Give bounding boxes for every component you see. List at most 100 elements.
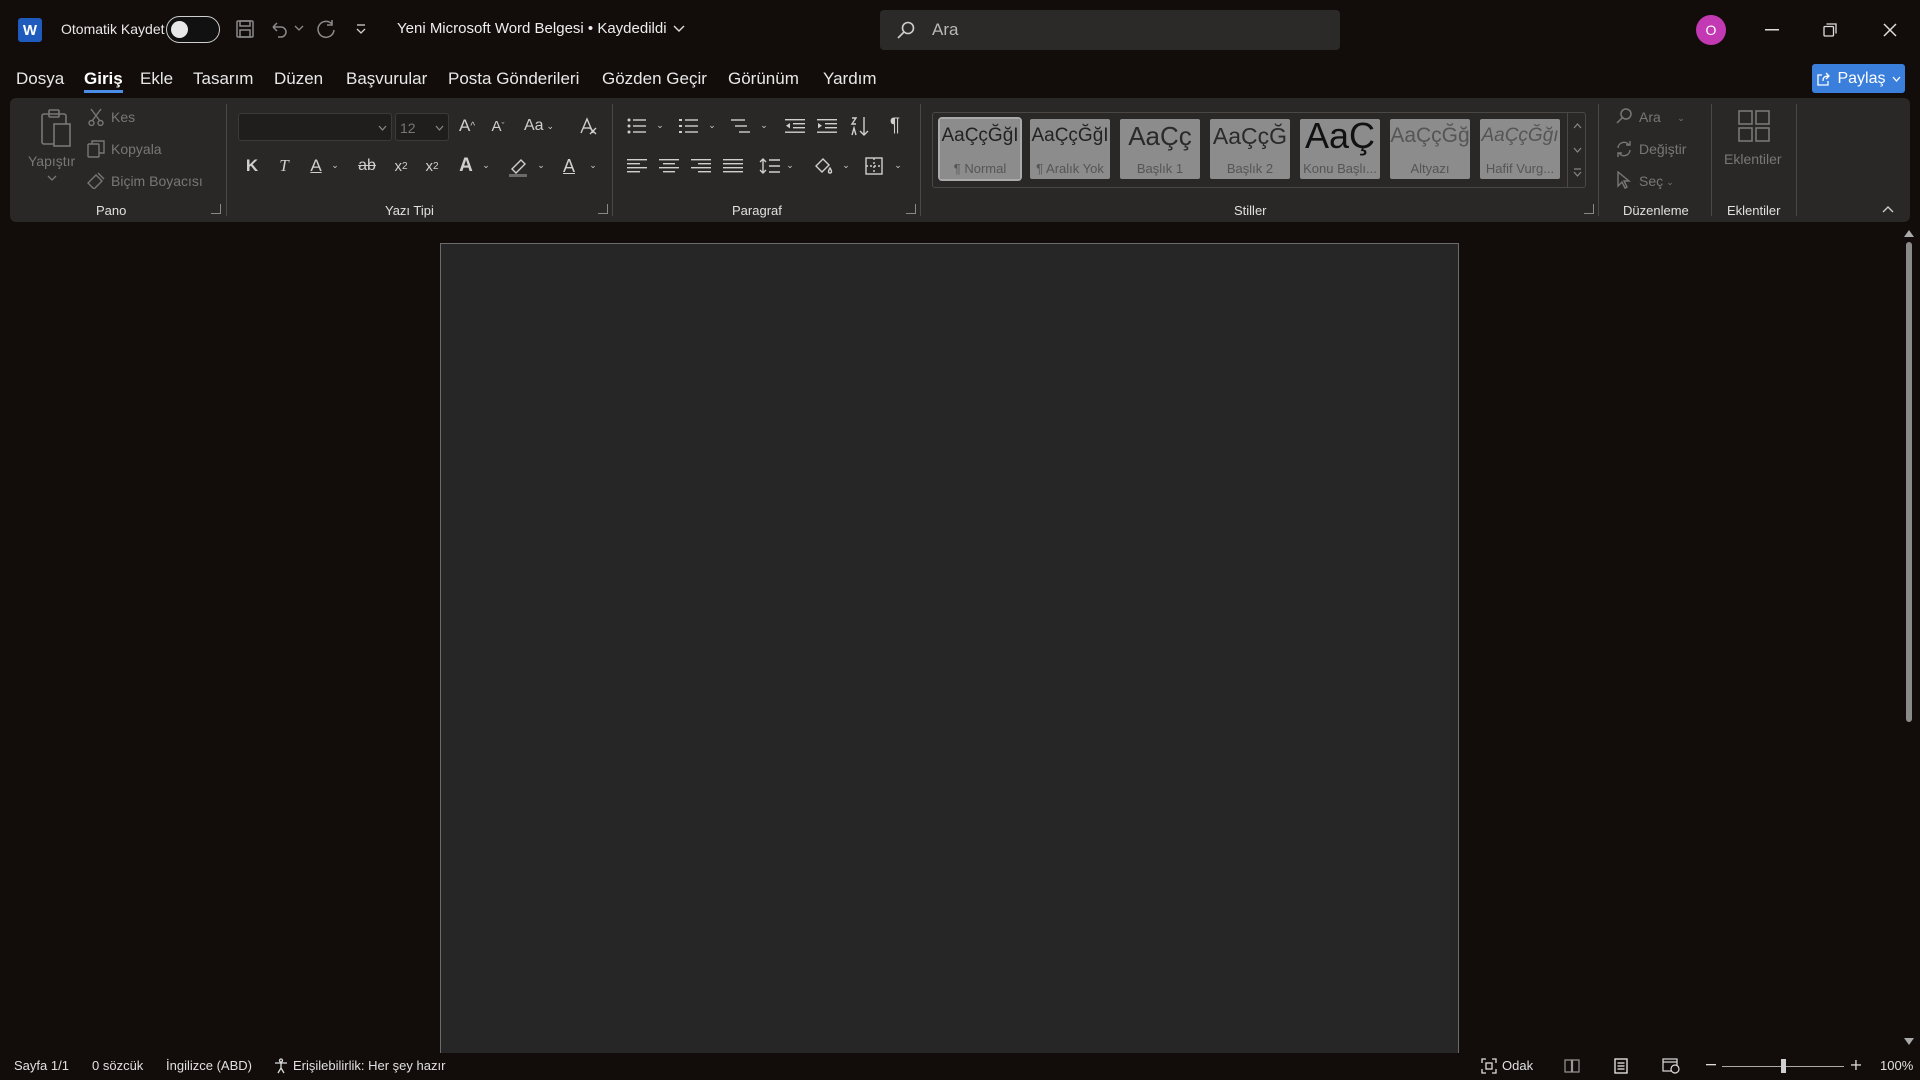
restore-icon[interactable] xyxy=(1818,18,1842,42)
tab-home[interactable]: Giriş xyxy=(84,69,123,93)
style-heading-1[interactable]: AaÇç Başlık 1 xyxy=(1120,119,1200,179)
undo-dropdown-chevron-icon[interactable] xyxy=(293,22,305,34)
borders-icon[interactable] xyxy=(861,153,887,179)
style-title[interactable]: AaÇ Konu Başlı... xyxy=(1300,119,1380,179)
numbering-icon[interactable] xyxy=(676,113,702,139)
save-icon[interactable] xyxy=(233,17,257,41)
clipboard-launcher-icon[interactable] xyxy=(211,204,221,214)
print-layout-icon[interactable] xyxy=(1612,1057,1630,1075)
clear-formatting-icon[interactable] xyxy=(575,113,601,139)
tab-view[interactable]: Görünüm xyxy=(728,69,799,89)
underline-button[interactable]: A xyxy=(304,153,328,179)
language-status[interactable]: İngilizce (ABD) xyxy=(166,1058,252,1073)
style-subtle-emphasis[interactable]: AaÇçĞğı Hafif Vurg... xyxy=(1480,119,1560,179)
styles-scroll-up-icon[interactable] xyxy=(1570,119,1584,133)
collapse-ribbon-chevron-up-icon[interactable] xyxy=(1880,203,1896,215)
text-effects-chevron-icon[interactable]: ⌄ xyxy=(480,159,492,171)
zoom-in-icon[interactable] xyxy=(1849,1058,1863,1072)
align-center-icon[interactable] xyxy=(656,153,682,179)
paste-chevron-down-icon[interactable] xyxy=(46,173,58,183)
bullets-icon[interactable] xyxy=(624,113,650,139)
font-color-icon[interactable]: A xyxy=(556,153,582,179)
font-color-chevron-icon[interactable]: ⌄ xyxy=(587,159,599,171)
vertical-scrollbar[interactable] xyxy=(1903,228,1915,1048)
align-left-icon[interactable] xyxy=(624,153,650,179)
styles-scroll-down-icon[interactable] xyxy=(1570,143,1584,157)
shading-icon[interactable] xyxy=(810,153,836,179)
copy-label[interactable]: Kopyala xyxy=(111,141,162,157)
tab-help[interactable]: Yardım xyxy=(823,69,877,89)
focus-icon[interactable] xyxy=(1480,1057,1498,1075)
style-no-spacing[interactable]: AaÇçĞğI ¶ Aralık Yok xyxy=(1030,119,1110,179)
shading-chevron-icon[interactable]: ⌄ xyxy=(840,159,852,171)
style-subtitle[interactable]: AaÇçĞğ Altyazı xyxy=(1390,119,1470,179)
zoom-out-icon[interactable] xyxy=(1704,1058,1718,1072)
line-spacing-icon[interactable] xyxy=(757,153,783,179)
scroll-thumb[interactable] xyxy=(1906,242,1912,722)
search-input[interactable] xyxy=(932,18,1312,42)
copy-icon[interactable] xyxy=(86,139,106,159)
tab-file[interactable]: Dosya xyxy=(16,69,64,89)
cut-label[interactable]: Kes xyxy=(111,109,135,125)
underline-chevron-icon[interactable]: ⌄ xyxy=(329,159,341,171)
minimize-icon[interactable] xyxy=(1760,18,1784,42)
autosave-toggle[interactable] xyxy=(166,16,220,43)
highlight-icon[interactable] xyxy=(504,153,532,179)
avatar[interactable]: O xyxy=(1696,15,1726,45)
accessibility-status[interactable]: Erişilebilirlik: Her şey hazır xyxy=(293,1058,445,1073)
addins-icon[interactable] xyxy=(1734,106,1774,146)
font-size-dropdown[interactable]: 12 xyxy=(395,113,449,141)
font-launcher-icon[interactable] xyxy=(598,204,608,214)
style-normal[interactable]: AaÇçĞğI ¶ Normal xyxy=(938,117,1022,181)
accessibility-icon[interactable] xyxy=(272,1057,290,1075)
zoom-level[interactable]: 100% xyxy=(1880,1058,1913,1073)
undo-icon[interactable] xyxy=(267,17,291,41)
search-box[interactable] xyxy=(880,10,1340,50)
multilevel-list-icon[interactable] xyxy=(728,113,754,139)
change-case-button[interactable]: Aa ⌄ xyxy=(520,113,558,139)
grow-font-icon[interactable]: A ^ xyxy=(454,113,480,139)
multilevel-chevron-icon[interactable]: ⌄ xyxy=(758,119,770,131)
select-chevron-icon[interactable]: ⌄ xyxy=(1664,176,1676,188)
strikethrough-button[interactable]: ab xyxy=(353,153,381,179)
subscript-icon[interactable]: x2 xyxy=(389,153,413,179)
find-chevron-icon[interactable]: ⌄ xyxy=(1675,112,1687,124)
document-page[interactable] xyxy=(440,243,1459,1053)
show-formatting-marks-icon[interactable]: ¶ xyxy=(882,113,908,139)
style-heading-2[interactable]: AaÇçĞ Başlık 2 xyxy=(1210,119,1290,179)
format-painter-label[interactable]: Biçim Boyacısı xyxy=(111,173,203,189)
tab-references[interactable]: Başvurular xyxy=(346,69,427,89)
line-spacing-chevron-icon[interactable]: ⌄ xyxy=(784,159,796,171)
highlight-chevron-icon[interactable]: ⌄ xyxy=(535,159,547,171)
select-label[interactable]: Seç xyxy=(1639,173,1663,189)
replace-label[interactable]: Değiştir xyxy=(1639,141,1686,157)
italic-button[interactable]: T xyxy=(272,153,296,179)
web-layout-icon[interactable] xyxy=(1662,1057,1680,1075)
close-icon[interactable] xyxy=(1878,18,1902,42)
tab-design[interactable]: Tasarım xyxy=(193,69,253,89)
borders-chevron-icon[interactable]: ⌄ xyxy=(892,159,904,171)
increase-indent-icon[interactable] xyxy=(814,113,840,139)
page-count[interactable]: Sayfa 1/1 xyxy=(14,1058,69,1073)
document-title[interactable]: Yeni Microsoft Word Belgesi • Kaydedildi xyxy=(397,20,685,37)
redo-icon[interactable] xyxy=(314,17,338,41)
paste-label[interactable]: Yapıştır xyxy=(28,153,75,169)
format-painter-icon[interactable] xyxy=(86,170,106,190)
focus-label[interactable]: Odak xyxy=(1502,1058,1533,1073)
bullets-chevron-icon[interactable]: ⌄ xyxy=(654,119,666,131)
shrink-font-icon[interactable]: Aˇ xyxy=(485,113,511,139)
addins-label[interactable]: Eklentiler xyxy=(1724,151,1782,167)
scroll-down-icon[interactable] xyxy=(1904,1036,1914,1046)
find-label[interactable]: Ara xyxy=(1639,109,1661,125)
select-icon[interactable] xyxy=(1614,170,1634,190)
find-icon[interactable] xyxy=(1614,106,1634,126)
tab-mailings[interactable]: Posta Gönderileri xyxy=(448,69,579,89)
customize-quick-access-icon[interactable] xyxy=(354,22,368,36)
scroll-up-icon[interactable] xyxy=(1904,228,1914,238)
superscript-icon[interactable]: x2 xyxy=(420,153,444,179)
paste-icon[interactable] xyxy=(36,106,76,150)
cut-icon[interactable] xyxy=(86,107,106,127)
font-name-dropdown[interactable] xyxy=(238,113,392,141)
justify-icon[interactable] xyxy=(720,153,746,179)
text-effects-icon[interactable]: A xyxy=(452,153,480,179)
